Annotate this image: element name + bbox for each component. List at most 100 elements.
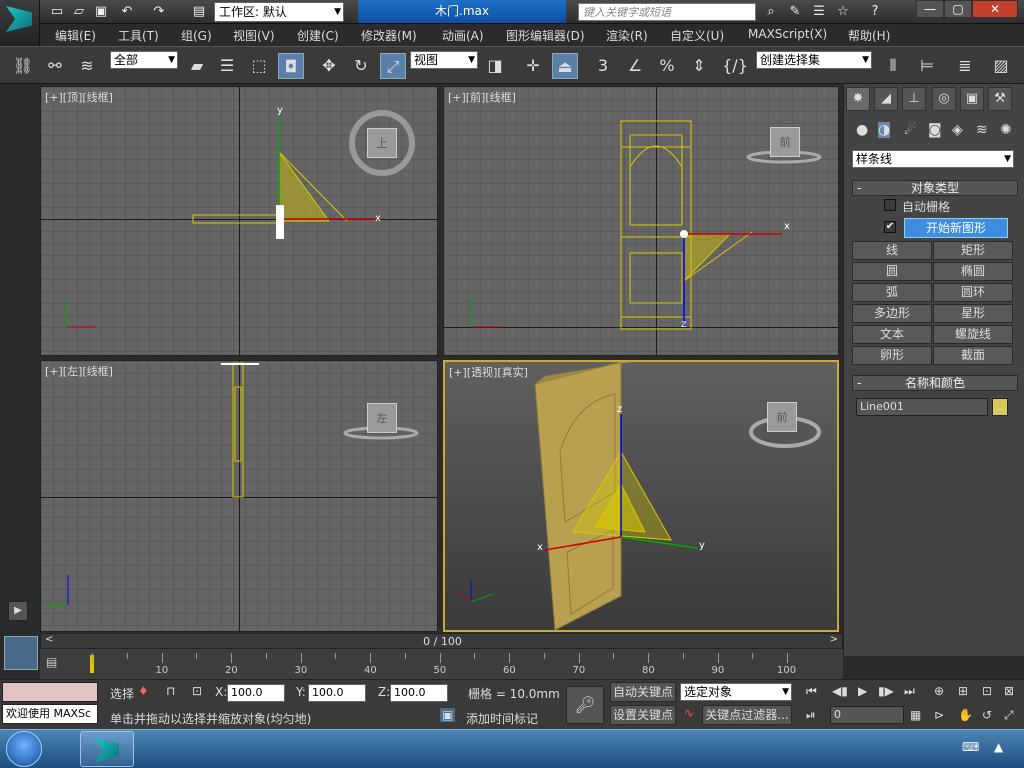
y-coord-field[interactable]: 100.0: [308, 684, 366, 702]
menu-modifiers[interactable]: 修改器(M): [361, 27, 417, 44]
zoom-icon[interactable]: ⊕: [934, 684, 944, 698]
zoom-extents-icon[interactable]: ⊡: [982, 684, 992, 698]
menu-create[interactable]: 创建(C): [297, 27, 339, 44]
viewcube-left[interactable]: 左: [367, 403, 397, 433]
arc-button[interactable]: 弧: [852, 283, 932, 302]
key-mode-icon[interactable]: ⏯: [806, 708, 816, 723]
viewcube-top[interactable]: 上: [367, 128, 397, 158]
egg-button[interactable]: 卵形: [852, 346, 932, 365]
auto-key-button[interactable]: 自动关键点: [610, 682, 676, 702]
save-file-icon[interactable]: ▣: [92, 3, 110, 21]
select-by-name-icon[interactable]: ☰: [214, 53, 240, 79]
object-name-field[interactable]: Line001: [856, 398, 988, 416]
rectangle-button[interactable]: 矩形: [933, 241, 1013, 260]
edit-named-selection-icon[interactable]: {/}: [722, 53, 748, 79]
systems-icon[interactable]: ✺: [1000, 122, 1012, 138]
communication-icon[interactable]: ✎: [786, 3, 804, 21]
viewcube-persp[interactable]: 前: [767, 402, 797, 432]
time-slider[interactable]: < 0 / 100 >: [40, 633, 843, 649]
shapes-icon[interactable]: ◑: [878, 122, 891, 138]
help-icon[interactable]: ?: [866, 3, 884, 21]
project-folder-icon[interactable]: ▤: [190, 3, 208, 21]
set-key-button[interactable]: 设置关键点: [610, 705, 676, 725]
tray-arrow-icon[interactable]: ▲: [994, 740, 1003, 754]
current-frame-field[interactable]: 0: [830, 706, 904, 724]
graphite-tools-icon[interactable]: ▨: [988, 53, 1014, 79]
name-color-rollout[interactable]: - 名称和颜色: [852, 375, 1018, 391]
zoom-all-icon[interactable]: ⊞: [958, 684, 968, 698]
play-icon[interactable]: ▶: [858, 684, 867, 698]
lock-selection-icon[interactable]: ⊓: [166, 684, 175, 698]
maxscript-listener-pink[interactable]: [2, 682, 98, 702]
autogrid-checkbox[interactable]: [884, 199, 896, 211]
field-of-view-icon[interactable]: ⊳: [934, 708, 944, 722]
create-tab-icon[interactable]: ✸: [846, 87, 870, 111]
app-menu-button[interactable]: [0, 0, 40, 48]
undo-icon[interactable]: ↶: [118, 3, 136, 21]
utilities-tab-icon[interactable]: ⚒: [988, 87, 1012, 111]
cameras-icon[interactable]: ◙: [928, 122, 942, 138]
viewport-front[interactable]: [+][前][线框] x z 前: [443, 86, 839, 356]
menu-help[interactable]: 帮助(H): [848, 27, 890, 44]
key-selection-dropdown[interactable]: 选定对象 ▼: [680, 683, 792, 701]
modify-tab-icon[interactable]: ◢: [874, 87, 898, 111]
percent-snap-icon[interactable]: %: [654, 53, 680, 79]
scale-icon[interactable]: ⤢: [380, 53, 406, 79]
key-filters-button[interactable]: 关键点过滤器...: [702, 705, 792, 725]
orbit-icon[interactable]: ↺: [982, 708, 992, 722]
close-button[interactable]: ✕: [972, 0, 1018, 18]
donut-button[interactable]: 圆环: [933, 283, 1013, 302]
infocenter-icon[interactable]: ☰: [810, 3, 828, 21]
set-key-mode-icon[interactable]: 🔑︎: [566, 686, 604, 724]
z-coord-field[interactable]: 100.0: [390, 684, 448, 702]
geometry-icon[interactable]: ●: [856, 122, 868, 138]
maximize-viewport-icon[interactable]: ⤢: [1004, 708, 1014, 723]
line-button[interactable]: 线: [852, 241, 932, 260]
expand-panel-button[interactable]: ▶: [8, 601, 28, 621]
keyboard-tray-icon[interactable]: ⌨: [962, 740, 979, 754]
menu-customize[interactable]: 自定义(U): [670, 27, 724, 44]
hierarchy-tab-icon[interactable]: ⊥: [902, 87, 926, 111]
motion-tab-icon[interactable]: ◎: [932, 87, 956, 111]
move-icon[interactable]: ✥: [316, 53, 342, 79]
zoom-extents-all-icon[interactable]: ⊠: [1004, 684, 1014, 698]
menu-maxscript[interactable]: MAXScript(X): [748, 27, 827, 41]
object-type-rollout[interactable]: - 对象类型: [852, 180, 1018, 196]
add-time-tag[interactable]: 添加时间标记: [466, 710, 538, 727]
menu-rendering[interactable]: 渲染(R): [606, 27, 648, 44]
time-tag-icon[interactable]: ▣: [440, 708, 456, 722]
helpers-icon[interactable]: ◈: [952, 122, 963, 138]
pivot-center-icon[interactable]: ◨: [482, 53, 508, 79]
ellipse-button[interactable]: 椭圆: [933, 262, 1013, 281]
unlink-icon[interactable]: ⚯: [42, 53, 68, 79]
select-object-icon[interactable]: ▰: [184, 53, 210, 79]
redo-icon[interactable]: ↷: [150, 3, 168, 21]
rotate-icon[interactable]: ↻: [348, 53, 374, 79]
keyboard-shortcut-icon[interactable]: ⏏: [552, 53, 578, 79]
ngon-button[interactable]: 多边形: [852, 304, 932, 323]
window-crossing-icon[interactable]: ◘: [278, 53, 304, 79]
maximize-button[interactable]: ▢: [944, 0, 972, 18]
link-icon[interactable]: ⛓: [10, 53, 36, 79]
circle-button[interactable]: 圆: [852, 262, 932, 281]
menu-group[interactable]: 组(G): [181, 27, 212, 44]
binoculars-icon[interactable]: ⌕: [762, 3, 780, 21]
snap-toggle-icon[interactable]: 3: [590, 53, 616, 79]
angle-snap-icon[interactable]: ∠: [622, 53, 648, 79]
go-to-start-icon[interactable]: ⏮: [806, 684, 817, 699]
start-new-shape-button[interactable]: 开始新图形: [904, 218, 1008, 238]
lights-icon[interactable]: ☄: [904, 122, 917, 138]
shape-category-dropdown[interactable]: 样条线 ▼: [852, 150, 1014, 168]
layer-manager-icon[interactable]: ≣: [952, 53, 978, 79]
star-button[interactable]: 星形: [933, 304, 1013, 323]
menu-graph-editors[interactable]: 图形编辑器(D): [506, 27, 585, 44]
spacewarps-icon[interactable]: ≋: [976, 122, 988, 138]
isolate-icon[interactable]: ♦: [138, 684, 149, 698]
search-input[interactable]: 键入关键字或短语: [578, 3, 756, 21]
taskbar-3dsmax-icon[interactable]: [80, 731, 134, 767]
windows-start-icon[interactable]: [6, 731, 42, 767]
named-selection-dropdown[interactable]: 创建选择集 ▼: [756, 51, 872, 69]
ref-coord-dropdown[interactable]: 视图 ▼: [410, 51, 478, 69]
display-tab-icon[interactable]: ▣: [960, 87, 984, 111]
viewport-top[interactable]: [+][顶][线框] x y 上: [40, 86, 438, 356]
